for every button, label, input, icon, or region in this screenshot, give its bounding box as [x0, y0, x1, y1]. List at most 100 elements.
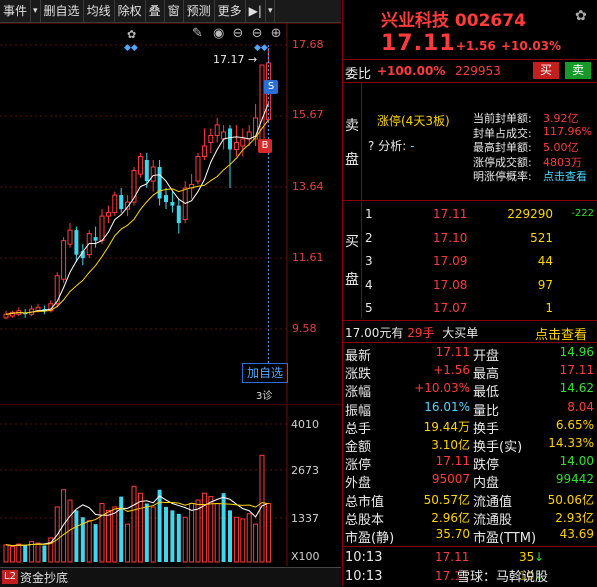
- weibi-label: 委比: [345, 67, 372, 82]
- bid-level: 4: [365, 277, 373, 292]
- stat-label: 外盘: [345, 476, 372, 492]
- pencil-icon[interactable]: ✎: [192, 26, 203, 41]
- gear-icon[interactable]: ✿: [575, 8, 587, 24]
- candle: [105, 212, 111, 217]
- candle: [164, 195, 168, 203]
- toolbar-item[interactable]: 预测: [184, 0, 215, 22]
- diagnosis-badge[interactable]: 3诊: [256, 387, 272, 402]
- seal-row-value[interactable]: 点击查看: [543, 168, 587, 184]
- stat-value: 16.01%: [424, 399, 470, 414]
- stat-label: 开盘: [473, 349, 500, 364]
- stat-value: +10.03%: [414, 381, 470, 396]
- stat-value: 35.70: [435, 527, 470, 541]
- stat-value: 14.33%: [548, 436, 594, 450]
- volume-bar: [137, 492, 143, 563]
- volume-bar: [214, 502, 220, 563]
- down-arrow-icon: ↓: [534, 550, 545, 564]
- bid-change: -222: [571, 208, 594, 219]
- toolbar-item[interactable]: 均线: [84, 0, 115, 22]
- volume-bar: [182, 516, 188, 563]
- price-change: +1.56: [456, 39, 496, 53]
- volume-bar: [125, 523, 131, 563]
- stat-label: 市盈(静): [345, 531, 395, 546]
- seal-row-value: 117.96%: [543, 124, 592, 138]
- buy-button[interactable]: 买: [533, 62, 559, 79]
- volume-bar: [23, 545, 28, 562]
- question-icon: ?: [368, 139, 375, 153]
- dropdown-arrow-icon[interactable]: ▾: [266, 0, 276, 22]
- stock-title: 兴业科技 002674: [381, 11, 526, 31]
- circle-icon[interactable]: ⊖: [233, 26, 244, 41]
- volume-axis-label: 2673: [291, 464, 319, 477]
- stat-value: 17.11: [435, 454, 470, 469]
- toolbar-item[interactable]: ▶|: [246, 0, 266, 22]
- stat-label: 量比: [473, 403, 500, 419]
- stat-label: 总手: [345, 421, 372, 437]
- tick-time: 10:13: [345, 569, 383, 584]
- bid-price[interactable]: 17.07: [433, 301, 467, 315]
- candle: [150, 166, 156, 182]
- candle: [233, 141, 239, 150]
- bid-volume: 1: [545, 301, 553, 315]
- stat-label: 振幅: [345, 403, 372, 419]
- stat-label: 金额: [345, 440, 372, 455]
- toolbar-item[interactable]: 事件: [0, 0, 32, 22]
- sell-side-label: 卖 盘: [343, 83, 362, 200]
- volume-axis-label: 4010: [291, 418, 319, 431]
- l2-tag: L2: [2, 570, 18, 584]
- tick-volume: 35: [519, 550, 535, 564]
- stat-label: 最新: [345, 349, 372, 364]
- volume-bar: [170, 510, 175, 562]
- volume-bar: [9, 546, 15, 563]
- stat-value: 17.11: [435, 345, 470, 359]
- bid-price[interactable]: 17.08: [433, 278, 467, 292]
- zoom-out-icon[interactable]: ⊖: [252, 26, 263, 41]
- bid-price[interactable]: 17.11: [433, 207, 467, 221]
- volume-bar: [86, 520, 92, 563]
- toolbar-item[interactable]: 删自选: [41, 0, 84, 22]
- bid-price[interactable]: 17.10: [433, 231, 467, 245]
- zoom-in-icon[interactable]: ⊕: [271, 26, 282, 41]
- big-order-link[interactable]: 点击查看: [535, 324, 587, 343]
- bid-level: 2: [365, 230, 373, 245]
- volume-chart[interactable]: [0, 404, 341, 566]
- buy-signal-badge[interactable]: B: [258, 139, 272, 153]
- candle: [74, 230, 79, 255]
- volume-bar: [157, 489, 162, 562]
- price-axis-label: 17.68: [292, 38, 324, 51]
- buy-side-label: 买 盘: [343, 201, 362, 319]
- tab-capital-bottom[interactable]: 资金抄底: [20, 569, 68, 586]
- toolbar-item[interactable]: 叠: [146, 0, 165, 22]
- volume-bar: [61, 489, 67, 563]
- stat-label: 内盘: [473, 476, 500, 492]
- price-axis-label: 11.61: [292, 251, 324, 264]
- volume-bar: [164, 506, 168, 562]
- analysis-label: ? 分析: -: [368, 139, 415, 153]
- stat-label: 最低: [473, 385, 500, 401]
- stat-label: 涨跌: [345, 367, 372, 383]
- candle: [112, 194, 118, 214]
- stat-value: 99442: [555, 472, 594, 487]
- volume-bar: [119, 496, 124, 562]
- candle: [99, 215, 105, 242]
- right-diamond-icon: ◆◆: [254, 43, 268, 53]
- toolbar-item[interactable]: 除权: [115, 0, 146, 22]
- candle: [208, 134, 214, 143]
- stat-label: 总市值: [345, 494, 385, 510]
- sell-button[interactable]: 卖: [565, 62, 591, 79]
- eye-icon[interactable]: ◉: [213, 26, 224, 41]
- add-watchlist-button[interactable]: 加自选: [242, 363, 288, 383]
- sell-signal-badge[interactable]: S: [264, 80, 278, 94]
- candle: [170, 202, 175, 206]
- settings-icon[interactable]: ✿: [127, 28, 136, 41]
- tick-time: 10:13: [345, 550, 383, 565]
- stat-value: 50.06亿: [547, 492, 594, 507]
- bid-price[interactable]: 17.09: [433, 254, 467, 268]
- price-axis-label: 15.67: [292, 108, 324, 121]
- toolbar-item[interactable]: 更多: [215, 0, 246, 22]
- stat-value: 43.69: [559, 527, 594, 541]
- dropdown-arrow-icon[interactable]: ▾: [31, 0, 41, 22]
- toolbar-item[interactable]: 窗: [165, 0, 184, 22]
- volume-bar: [93, 524, 98, 562]
- kline-chart[interactable]: [0, 23, 341, 403]
